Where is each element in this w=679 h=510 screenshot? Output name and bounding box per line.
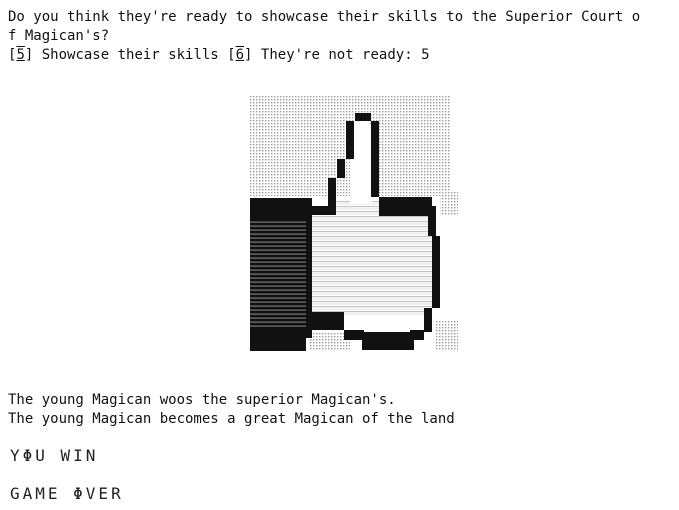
prompt-text: Do you think they're ready to showcase t…	[8, 8, 668, 46]
you-win-text: YΦU WIN	[10, 446, 99, 465]
choice-showcase-label[interactable]: Showcase their skills	[42, 47, 219, 63]
choice-not-ready-label[interactable]: They're not ready:	[261, 47, 413, 63]
choice-6-key[interactable]: 6	[236, 47, 244, 63]
choice-line: [5] Showcase their skills [6] They're no…	[8, 47, 430, 63]
story-line-1: The young Magican woos the superior Magi…	[8, 392, 396, 408]
story-text: The young Magican woos the superior Magi…	[8, 391, 455, 429]
thumbs-up-icon	[250, 96, 458, 351]
story-line-2: The young Magican becomes a great Magica…	[8, 411, 455, 427]
prompt-line-1: Do you think they're ready to showcase t…	[8, 9, 641, 25]
selected-choice-value: 5	[421, 47, 430, 63]
prompt-line-2: f Magican's?	[8, 28, 110, 44]
choice-5-key[interactable]: 5	[16, 47, 24, 63]
game-over-text: GAME ΦVER	[10, 484, 124, 503]
